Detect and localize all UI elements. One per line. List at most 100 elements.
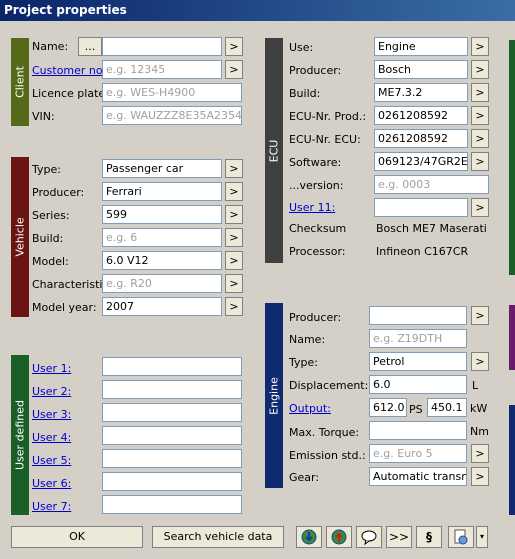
name-arrow-button[interactable]: >	[225, 37, 243, 56]
engine-type-label: Type:	[289, 356, 318, 369]
ecu-nr-prod-label: ECU-Nr. Prod.:	[289, 110, 367, 123]
vehicle-type-arrow-button[interactable]: >	[225, 159, 243, 178]
vehicle-producer-arrow-button[interactable]: >	[225, 182, 243, 201]
engine-producer-field[interactable]	[369, 306, 467, 325]
vehicle-build-field[interactable]: e.g. 6	[102, 228, 222, 247]
ecu-build-field[interactable]: ME7.3.2	[374, 83, 468, 102]
ecu-producer-label: Producer:	[289, 64, 342, 77]
user-1-field[interactable]	[102, 357, 242, 376]
gear-arrow-button[interactable]: >	[471, 467, 489, 486]
displacement-field[interactable]: 6.0	[369, 375, 467, 394]
ecu-use-arrow-button[interactable]: >	[471, 37, 489, 56]
user-2-link[interactable]: User 2:	[32, 385, 71, 399]
model-year-field[interactable]: 2007	[102, 297, 222, 316]
series-label: Series:	[32, 209, 70, 222]
version-label: ...version:	[289, 179, 344, 192]
engine-type-arrow-button[interactable]: >	[471, 352, 489, 371]
licence-plate-field[interactable]: e.g. WES-H4900	[102, 83, 242, 102]
software-field[interactable]: 069123/47GR2E06	[374, 152, 468, 171]
engine-section-bar: Engine	[265, 303, 283, 488]
vehicle-type-field[interactable]: Passenger car	[102, 159, 222, 178]
version-field[interactable]: e.g. 0003	[374, 175, 489, 194]
user-2-field[interactable]	[102, 380, 242, 399]
customer-no-arrow-button[interactable]: >	[225, 60, 243, 79]
ecu-producer-field[interactable]: Bosch	[374, 60, 468, 79]
ecu-build-label: Build:	[289, 87, 321, 100]
search-vehicle-data-button[interactable]: Search vehicle data	[152, 526, 284, 548]
section-sign-button[interactable]: §	[416, 526, 442, 548]
ecu-nr-prod-field[interactable]: 0261208592	[374, 106, 468, 125]
vin-field[interactable]: e.g. WAUZZZ8E35A23542	[102, 106, 242, 125]
user-1-link[interactable]: User 1:	[32, 362, 71, 376]
displacement-label: Displacement:	[289, 379, 369, 392]
user-4-link[interactable]: User 4:	[32, 431, 71, 445]
model-field[interactable]: 6.0 V12	[102, 251, 222, 270]
checksum-value: Bosch ME7 Maserati	[376, 222, 487, 235]
ecu-nr-ecu-arrow-button[interactable]: >	[471, 129, 489, 148]
globe-download-icon[interactable]	[296, 526, 322, 548]
series-field[interactable]: 599	[102, 205, 222, 224]
licence-plate-label: Licence plate:	[32, 87, 109, 100]
user-5-link[interactable]: User 5:	[32, 454, 71, 468]
name-browse-button[interactable]: ...	[78, 37, 102, 56]
ecu-use-field[interactable]: Engine	[374, 37, 468, 56]
user-11-field[interactable]	[374, 198, 468, 217]
user-3-field[interactable]	[102, 403, 242, 422]
model-arrow-button[interactable]: >	[225, 251, 243, 270]
name-field[interactable]	[102, 37, 222, 56]
chevron-down-icon[interactable]: ▾	[476, 526, 488, 548]
client-section-label: Client	[13, 66, 27, 98]
engine-producer-arrow-button[interactable]: >	[471, 306, 489, 325]
user-defined-section-label: User defined	[13, 400, 27, 470]
displacement-unit: L	[472, 379, 479, 392]
torque-unit: Nm	[470, 425, 489, 438]
ecu-build-arrow-button[interactable]: >	[471, 83, 489, 102]
vehicle-build-label: Build:	[32, 232, 64, 245]
right-panel-bar-navy	[509, 405, 515, 515]
ecu-producer-arrow-button[interactable]: >	[471, 60, 489, 79]
vehicle-producer-label: Producer:	[32, 186, 85, 199]
characteristic-label: Characteristic:	[32, 278, 113, 291]
right-panel-bar-purple	[509, 305, 515, 370]
user-11-link[interactable]: User 11:	[289, 201, 335, 215]
engine-name-field[interactable]: e.g. Z19DTH	[369, 329, 467, 348]
window-title: Project properties	[0, 0, 515, 21]
user-4-field[interactable]	[102, 426, 242, 445]
user-defined-section-bar: User defined	[11, 355, 29, 515]
model-year-arrow-button[interactable]: >	[225, 297, 243, 316]
ok-button[interactable]: OK	[11, 526, 143, 548]
max-torque-field[interactable]	[369, 421, 467, 440]
user-6-link[interactable]: User 6:	[32, 477, 71, 491]
emission-arrow-button[interactable]: >	[471, 444, 489, 463]
globe-upload-icon[interactable]	[326, 526, 352, 548]
speech-bubble-icon[interactable]	[356, 526, 382, 548]
vehicle-build-arrow-button[interactable]: >	[225, 228, 243, 247]
user-6-field[interactable]	[102, 472, 242, 491]
customer-no-link[interactable]: Customer no:	[32, 64, 106, 78]
user-11-arrow-button[interactable]: >	[471, 198, 489, 217]
forward-button[interactable]: >>	[386, 526, 412, 548]
engine-type-field[interactable]: Petrol	[369, 352, 467, 371]
emission-field[interactable]: e.g. Euro 5	[369, 444, 467, 463]
vin-label: VIN:	[32, 110, 55, 123]
user-5-field[interactable]	[102, 449, 242, 468]
ecu-nr-prod-arrow-button[interactable]: >	[471, 106, 489, 125]
vehicle-type-label: Type:	[32, 163, 61, 176]
series-arrow-button[interactable]: >	[225, 205, 243, 224]
output-link[interactable]: Output:	[289, 402, 331, 416]
user-3-link[interactable]: User 3:	[32, 408, 71, 422]
characteristic-field[interactable]: e.g. R20	[102, 274, 222, 293]
gear-field[interactable]: Automatic transmis	[369, 467, 467, 486]
characteristic-arrow-button[interactable]: >	[225, 274, 243, 293]
user-7-field[interactable]	[102, 495, 242, 514]
settings-icon[interactable]	[448, 526, 474, 548]
ecu-nr-ecu-field[interactable]: 0261208592	[374, 129, 468, 148]
engine-producer-label: Producer:	[289, 311, 342, 324]
customer-no-field[interactable]: e.g. 12345	[102, 60, 222, 79]
user-7-link[interactable]: User 7:	[32, 500, 71, 514]
output-ps-field[interactable]: 612.0	[369, 398, 407, 417]
software-arrow-button[interactable]: >	[471, 152, 489, 171]
ps-unit: PS	[409, 403, 423, 416]
vehicle-producer-field[interactable]: Ferrari	[102, 182, 222, 201]
output-kw-field[interactable]: 450.1	[427, 398, 467, 417]
